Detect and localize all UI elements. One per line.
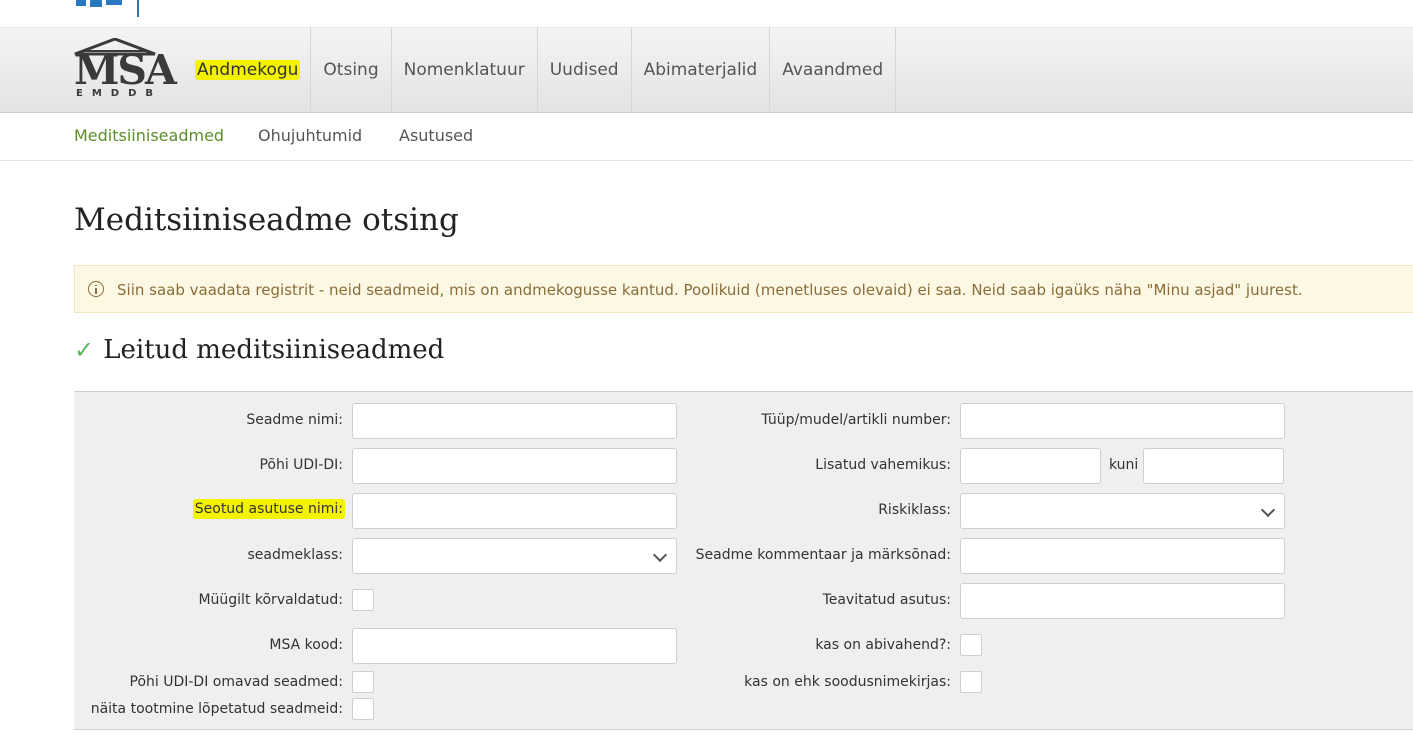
device-class-label: seadmeklass: (247, 547, 343, 563)
has-basic-udi-label: Põhi UDI-DI omavad seadmed: (129, 674, 344, 690)
withdrawn-label: Müügilt kõrvaldatud: (198, 592, 343, 608)
subnav-item-ohujuhtumid[interactable]: Ohujuhtumid (258, 126, 362, 145)
risk-class-label: Riskiklass: (878, 502, 951, 518)
basic-udi-input[interactable] (352, 448, 677, 484)
linked-org-label: Seotud asutuse nimi: (192, 499, 345, 519)
msa-code-label: MSA kood: (269, 637, 343, 653)
device-class-select[interactable] (352, 538, 677, 574)
nav-item-label: Uudised (549, 60, 619, 80)
basic-udi-label: Põhi UDI-DI: (259, 457, 343, 473)
device-name-input[interactable] (352, 403, 677, 439)
nav-items: Andmekogu Otsing Nomenklatuur Uudised Ab… (183, 28, 897, 112)
main-navigation: MSA EMDDB Andmekogu Otsing Nomenklatuur … (0, 28, 1413, 113)
notified-org-input[interactable] (960, 583, 1285, 619)
msa-logo[interactable]: MSA EMDDB (72, 38, 177, 102)
nav-item-label: Otsing (323, 60, 379, 80)
withdrawn-checkbox[interactable] (352, 589, 374, 611)
added-to-input[interactable] (1143, 448, 1284, 484)
subnav-item-meditsiiniseadmed[interactable]: Meditsiiniseadmed (74, 126, 224, 145)
nav-item-otsing[interactable]: Otsing (311, 28, 392, 112)
range-to-label: kuni (1109, 457, 1139, 473)
page-title: Meditsiiniseadme otsing (74, 202, 459, 238)
results-section-title: ✓ Leitud meditsiiniseadmed (74, 335, 444, 365)
type-model-label: Tüüp/mudel/artikli number: (761, 412, 951, 428)
nav-item-abimaterjalid[interactable]: Abimaterjalid (632, 28, 771, 112)
has-basic-udi-checkbox[interactable] (352, 671, 374, 693)
nav-item-label: Avaandmed (782, 60, 884, 80)
search-filter-panel: Seadme nimi: Põhi UDI-DI: Seotud asutuse… (74, 391, 1413, 730)
nav-item-uudised[interactable]: Uudised (538, 28, 632, 112)
nav-item-andmekogu[interactable]: Andmekogu (183, 28, 312, 112)
type-model-input[interactable] (960, 403, 1285, 439)
msa-logo-subtext: EMDDB (76, 88, 163, 99)
chevron-down-icon (652, 547, 668, 563)
discount-list-label: kas on ehk soodusnimekirjas: (744, 674, 951, 690)
is-aid-label: kas on abivahend?: (815, 637, 951, 653)
discount-list-checkbox[interactable] (960, 671, 982, 693)
is-aid-checkbox[interactable] (960, 634, 982, 656)
show-discontinued-label: näita tootmine lõpetatud seadmeid: (90, 701, 343, 717)
device-name-label: Seadme nimi: (246, 412, 343, 428)
nav-item-label: Abimaterjalid (643, 60, 758, 80)
results-section-title-text: Leitud meditsiiniseadmed (103, 335, 445, 365)
sub-navigation: Meditsiiniseadmed Ohujuhtumid Asutused (0, 113, 1413, 161)
msa-logo-text: MSA (74, 46, 177, 94)
notified-org-label: Teavitatud asutus: (822, 592, 951, 608)
added-from-input[interactable] (960, 448, 1101, 484)
agency-logo-fragment-icon (76, 0, 122, 7)
nav-item-avaandmed[interactable]: Avaandmed (770, 28, 897, 112)
comment-keywords-input[interactable] (960, 538, 1285, 574)
linked-org-label-text: Seotud asutuse nimi: (192, 499, 345, 519)
nav-item-nomenklatuur[interactable]: Nomenklatuur (392, 28, 538, 112)
logo-separator (137, 0, 139, 17)
comment-keywords-label: Seadme kommentaar ja märksõnad: (695, 547, 951, 563)
msa-code-input[interactable] (352, 628, 677, 664)
risk-class-select[interactable] (960, 493, 1285, 529)
check-icon: ✓ (74, 336, 95, 364)
info-alert: Siin saab vaadata registrit - neid seadm… (74, 265, 1413, 313)
subnav-item-asutused[interactable]: Asutused (399, 126, 473, 145)
chevron-down-icon (1260, 502, 1276, 518)
info-alert-text: Siin saab vaadata registrit - neid seadm… (117, 281, 1303, 299)
show-discontinued-checkbox[interactable] (352, 698, 374, 720)
nav-item-label: Andmekogu (195, 60, 301, 80)
top-strip (0, 0, 1413, 28)
linked-org-input[interactable] (352, 493, 677, 529)
nav-item-label: Nomenklatuur (403, 60, 525, 80)
added-range-label: Lisatud vahemikus: (815, 457, 951, 473)
info-icon (88, 281, 104, 297)
